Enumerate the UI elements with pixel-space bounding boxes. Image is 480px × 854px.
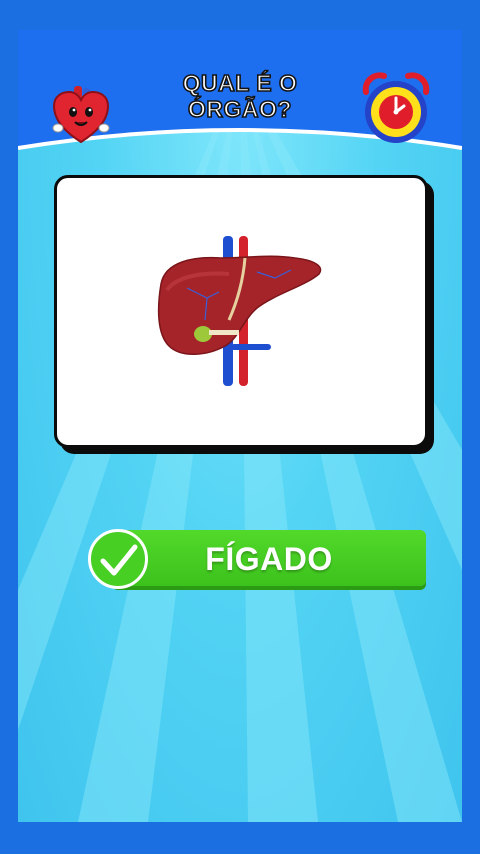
- game-frame: QUAL É O ÓRGÃO? FÍGADO: [18, 30, 462, 822]
- answer-option[interactable]: FÍGADO: [88, 529, 426, 590]
- alarm-clock-icon: [360, 70, 432, 146]
- checkmark-icon: [88, 529, 148, 589]
- question-image-card: [54, 175, 428, 448]
- answer-label: FÍGADO: [205, 541, 333, 577]
- header-banner: QUAL É O ÓRGÃO?: [18, 30, 462, 155]
- liver-illustration: [147, 228, 327, 388]
